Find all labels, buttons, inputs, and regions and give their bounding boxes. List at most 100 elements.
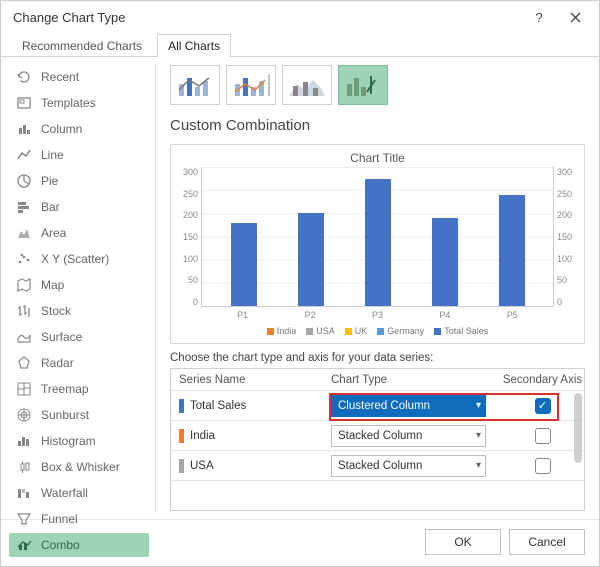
cancel-button[interactable]: Cancel [509,529,585,555]
templates-icon [15,94,33,112]
tab-strip: Recommended Charts All Charts [1,33,599,57]
sidebar-item-label: Treemap [41,382,89,396]
sidebar-item-map[interactable]: Map [9,273,149,297]
sidebar-item-area[interactable]: Area [9,221,149,245]
help-button[interactable]: ? [521,3,557,31]
sidebar-item-label: Pie [41,174,58,188]
sidebar-item-column[interactable]: Column [9,117,149,141]
column-icon [15,120,33,138]
sidebar-item-label: Map [41,278,64,292]
series-grid: Series Name Chart Type Secondary Axis To… [170,368,585,511]
scatter-icon [15,250,33,268]
legend-item: USA [306,326,335,336]
secondary-axis-checkbox[interactable] [535,458,551,474]
sidebar-item-label: Funnel [41,512,78,526]
sidebar-item-label: Sunburst [41,408,89,422]
sidebar-item-label: Histogram [41,434,96,448]
legend-item: Total Sales [434,326,488,336]
sidebar-item-label: Radar [41,356,74,370]
subtype-stacked-area-column[interactable] [282,65,332,105]
sidebar-item-label: Waterfall [41,486,88,500]
chart-legend: India USA UK Germany Total Sales [179,326,576,336]
chevron-down-icon: ▾ [476,400,481,411]
close-icon [570,12,581,23]
sunburst-icon [15,406,33,424]
bar [231,223,257,306]
col-chart-type: Chart Type [331,374,501,386]
area-icon [15,224,33,242]
funnel-icon [15,510,33,528]
x-axis: P1P2P3P4P5 [201,310,554,320]
series-name: Total Sales [190,400,246,412]
recent-icon [15,68,33,86]
chart-type-dropdown[interactable]: Stacked Column▾ [331,425,486,447]
sidebar-item-label: Surface [41,330,82,344]
series-hint-label: Choose the chart type and axis for your … [170,352,585,364]
tab-all-charts[interactable]: All Charts [157,34,231,57]
subtype-custom-combination[interactable] [338,65,388,105]
combo-subtype-row [170,65,585,105]
sidebar-item-label: Column [41,122,82,136]
sidebar-item-label: Bar [41,200,60,214]
y-axis-right: 300250200150100500 [554,167,576,307]
sidebar-item-recent[interactable]: Recent [9,65,149,89]
series-row-usa: USA Stacked Column▾ [171,451,584,481]
chart-type-dropdown[interactable]: Stacked Column▾ [331,455,486,477]
secondary-axis-checkbox[interactable]: ✓ [535,398,551,414]
pie-icon [15,172,33,190]
bar [298,213,324,306]
sidebar-item-treemap[interactable]: Treemap [9,377,149,401]
combo-icon [15,536,33,554]
bar [365,179,391,306]
scrollbar-thumb[interactable] [574,393,582,463]
sidebar-item-radar[interactable]: Radar [9,351,149,375]
bar [432,218,458,306]
window-title: Change Chart Type [13,10,521,25]
close-button[interactable] [557,3,593,31]
sidebar-item-line[interactable]: Line [9,143,149,167]
sidebar-item-templates[interactable]: Templates [9,91,149,115]
secondary-axis-checkbox[interactable] [535,428,551,444]
chart-preview: Chart Title 300250200150100500 300250200… [170,144,585,344]
chart-area: 300250200150100500 300250200150100500 [179,167,576,307]
bar-icon [15,198,33,216]
series-swatch [179,459,184,473]
subtype-clustered-column-line-secondary[interactable] [226,65,276,105]
chart-title: Chart Title [179,151,576,165]
chart-type-dropdown[interactable]: Clustered Column▾ [331,395,486,417]
sidebar-item-scatter[interactable]: X Y (Scatter) [9,247,149,271]
map-icon [15,276,33,294]
bar [499,195,525,306]
legend-item: Germany [377,326,424,336]
plot-area [201,167,554,307]
sidebar-item-funnel[interactable]: Funnel [9,507,149,531]
subtype-clustered-column-line[interactable] [170,65,220,105]
titlebar: Change Chart Type ? [1,1,599,33]
sidebar-item-waterfall[interactable]: Waterfall [9,481,149,505]
sidebar-item-surface[interactable]: Surface [9,325,149,349]
sidebar-item-label: Recent [41,70,79,84]
surface-icon [15,328,33,346]
waterfall-icon [15,484,33,502]
series-name: USA [190,460,214,472]
sidebar-item-stock[interactable]: Stock [9,299,149,323]
sidebar-item-bar[interactable]: Bar [9,195,149,219]
sidebar-item-pie[interactable]: Pie [9,169,149,193]
sidebar-item-combo[interactable]: Combo [9,533,149,557]
sidebar-item-label: Stock [41,304,71,318]
col-secondary-axis: Secondary Axis [501,374,584,386]
legend-item: India [267,326,297,336]
sidebar-item-box-whisker[interactable]: Box & Whisker [9,455,149,479]
ok-button[interactable]: OK [425,529,501,555]
sidebar-item-sunburst[interactable]: Sunburst [9,403,149,427]
legend-item: UK [345,326,368,336]
y-axis-left: 300250200150100500 [179,167,201,307]
sidebar-item-histogram[interactable]: Histogram [9,429,149,453]
sidebar-item-label: Line [41,148,64,162]
series-row-total-sales: Total Sales Clustered Column▾ ✓ [171,391,584,421]
tab-recommended[interactable]: Recommended Charts [11,34,153,57]
main-panel: Custom Combination Chart Title 300250200… [156,57,599,519]
sidebar-item-label: X Y (Scatter) [41,252,109,266]
series-swatch [179,429,184,443]
sidebar-item-label: Box & Whisker [41,460,120,474]
